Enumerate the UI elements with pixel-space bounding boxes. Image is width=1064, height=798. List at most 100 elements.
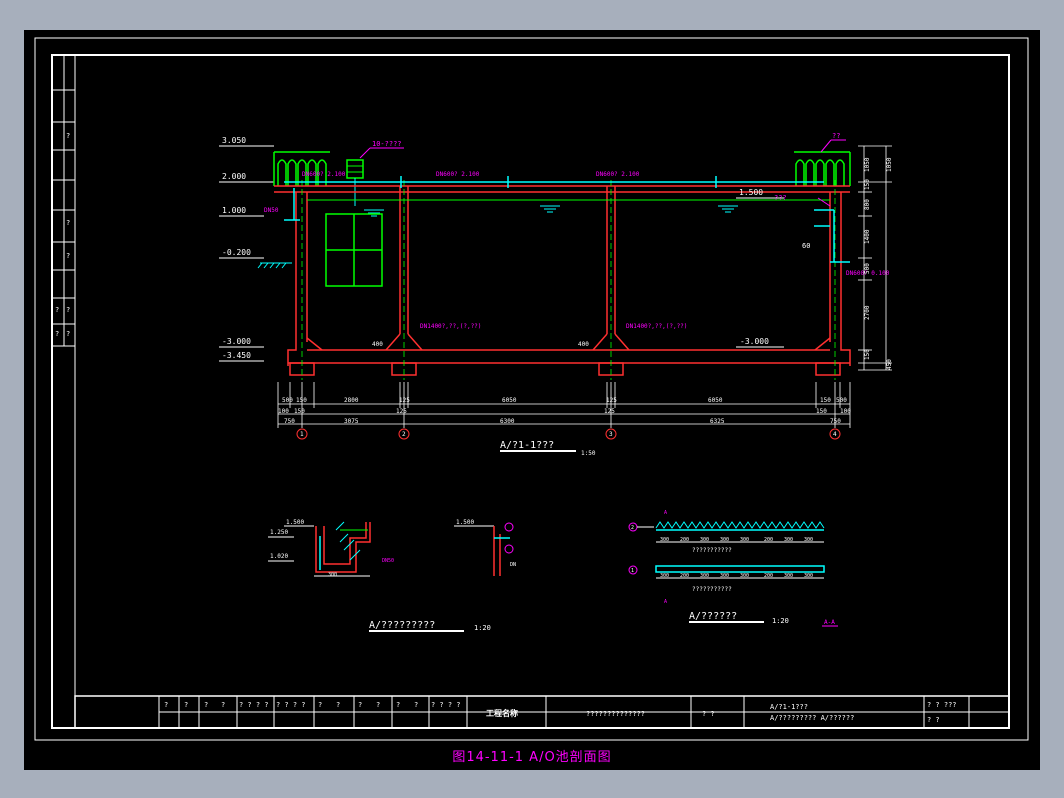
svg-text:1: 1 — [631, 568, 634, 574]
svg-text:?: ? — [221, 701, 225, 709]
svg-text:300: 300 — [700, 537, 709, 543]
strip-text: ? — [66, 252, 70, 260]
svg-text:?: ? — [358, 701, 362, 709]
svg-text:200: 200 — [764, 573, 773, 579]
svg-text:6325: 6325 — [710, 418, 725, 425]
elevation-label: -3.000 — [222, 337, 251, 346]
svg-text:125: 125 — [399, 397, 410, 404]
svg-text:?: ? — [376, 701, 380, 709]
svg-text:450: 450 — [886, 359, 893, 370]
svg-text:300: 300 — [740, 537, 749, 543]
motor-tag: 10-???? — [372, 140, 402, 148]
svg-text:3: 3 — [609, 431, 613, 438]
detail-label: A-A — [824, 619, 835, 626]
svg-text:DN: DN — [510, 562, 516, 568]
railing-tag: ?? — [820, 132, 846, 153]
svg-text:500: 500 — [836, 397, 847, 404]
svg-text:1050: 1050 — [886, 157, 893, 172]
pipe-label: DN600? 2.100 — [436, 171, 480, 178]
svg-text:300: 300 — [804, 573, 813, 579]
svg-text:1.250: 1.250 — [270, 529, 288, 536]
svg-text:200: 200 — [680, 537, 689, 543]
svg-text:300: 300 — [700, 573, 709, 579]
axis-labels: 1 2 3 4 — [300, 431, 837, 438]
svg-text:300: 300 — [720, 537, 729, 543]
svg-text:100: 100 — [278, 408, 289, 415]
dims-row1: 500 150 2800 125 6050 125 6050 150 500 — [282, 397, 847, 404]
air-pipe — [284, 176, 850, 263]
svg-text:200: 200 — [764, 537, 773, 543]
svg-text:2800: 2800 — [344, 397, 359, 404]
svg-text:2700: 2700 — [864, 305, 871, 320]
svg-text:300: 300 — [804, 537, 813, 543]
svg-text:500: 500 — [282, 397, 293, 404]
bottom-dimension-lines — [277, 382, 851, 428]
pipe-label: DN1400?,??,(?,??) — [420, 323, 481, 330]
railing-right — [794, 151, 851, 186]
mixer-motor: 10-???? — [346, 140, 404, 206]
svg-text:300: 300 — [328, 572, 337, 578]
svg-text:750: 750 — [284, 418, 295, 425]
svg-text:? ?: ? ? — [927, 716, 940, 724]
main-section-scale: 1:50 — [581, 450, 596, 457]
svg-text:60: 60 — [802, 242, 810, 250]
main-section-title: A/?1-1??? — [500, 440, 554, 451]
svg-text:300: 300 — [740, 573, 749, 579]
svg-text:1: 1 — [300, 431, 304, 438]
project-label: 工程名称 — [486, 708, 518, 718]
pipe-label: DN50 — [264, 207, 279, 214]
svg-text:750: 750 — [830, 418, 841, 425]
detail2-note: ??????????? — [692, 547, 732, 554]
drawing-title2: A/????????? A/?????? — [770, 714, 854, 722]
svg-text:500: 500 — [864, 263, 871, 274]
svg-text:?: ? — [204, 701, 208, 709]
title-block: ? ? ? ? ? ? ? ? ? ? ? ? ? ? ? ? ? ? ? ? … — [74, 695, 1010, 729]
svg-text:1.500: 1.500 — [286, 519, 304, 526]
svg-text:4: 4 — [833, 431, 837, 438]
pipe-label: DN600? 2.100 — [596, 171, 640, 178]
elevation-label: -3.000 — [740, 337, 769, 346]
main-section: 3.050 2.000 1.000 -0.200 -3.000 -3.450 1… — [219, 132, 893, 457]
svg-text:200: 200 — [680, 573, 689, 579]
sluice-gate — [325, 213, 383, 287]
svg-text:2: 2 — [402, 431, 406, 438]
project-name: ?????????????? — [586, 710, 645, 718]
svg-text:1.020: 1.020 — [270, 553, 288, 560]
svg-text:1400: 1400 — [864, 229, 871, 244]
svg-text:300: 300 — [720, 573, 729, 579]
strip-text: ? — [66, 219, 70, 227]
svg-text:150: 150 — [296, 397, 307, 404]
strip-text: ? — [66, 330, 70, 338]
svg-text:?: ? — [318, 701, 322, 709]
drawing-svg: ? ? ? ? ? ? ? 3.050 2.000 1.000 -0.200 -… — [34, 37, 1029, 741]
title-block-cells: ? ? ? ? ? ? ? ? ? ? ? ? ? ? ? ? ? ? ? ? … — [164, 701, 461, 709]
svg-text:125: 125 — [604, 408, 615, 415]
svg-text:1050: 1050 — [864, 157, 871, 172]
elevation-label: 1.500 — [739, 188, 763, 197]
stage: ? ? — [702, 710, 715, 718]
drawing-frame — [74, 54, 1010, 697]
svg-text:6050: 6050 — [708, 397, 723, 404]
svg-text:150: 150 — [820, 397, 831, 404]
svg-text:150: 150 — [864, 179, 871, 190]
detail-1: 1.500 1.250 1.020 DN50 300 1.500 DN A/??… — [268, 519, 516, 632]
left-title-strip: ? ? ? ? ? ? ? — [52, 55, 75, 347]
elevation-label: -3.450 — [222, 351, 251, 360]
elevation-label: 3.050 — [222, 136, 246, 145]
svg-text:400: 400 — [372, 341, 383, 348]
water-symbols — [364, 205, 738, 217]
svg-text:??: ?? — [832, 132, 840, 140]
svg-text:DN50: DN50 — [382, 558, 394, 564]
detail-2: 2 A 300 200 300 300 300 200 300 300 ????… — [628, 510, 838, 627]
svg-text:1.500: 1.500 — [456, 519, 474, 526]
svg-text:100: 100 — [840, 408, 851, 415]
svg-text:150: 150 — [294, 408, 305, 415]
detail2-scale: 1:20 — [772, 617, 789, 625]
svg-text:A: A — [664, 599, 667, 605]
svg-text:? ? ???: ? ? ??? — [927, 701, 957, 709]
svg-text:150: 150 — [816, 408, 827, 415]
strip-text: ? — [55, 330, 59, 338]
svg-text:125: 125 — [396, 408, 407, 415]
svg-text:3075: 3075 — [344, 418, 359, 425]
svg-text:6300: 6300 — [500, 418, 515, 425]
